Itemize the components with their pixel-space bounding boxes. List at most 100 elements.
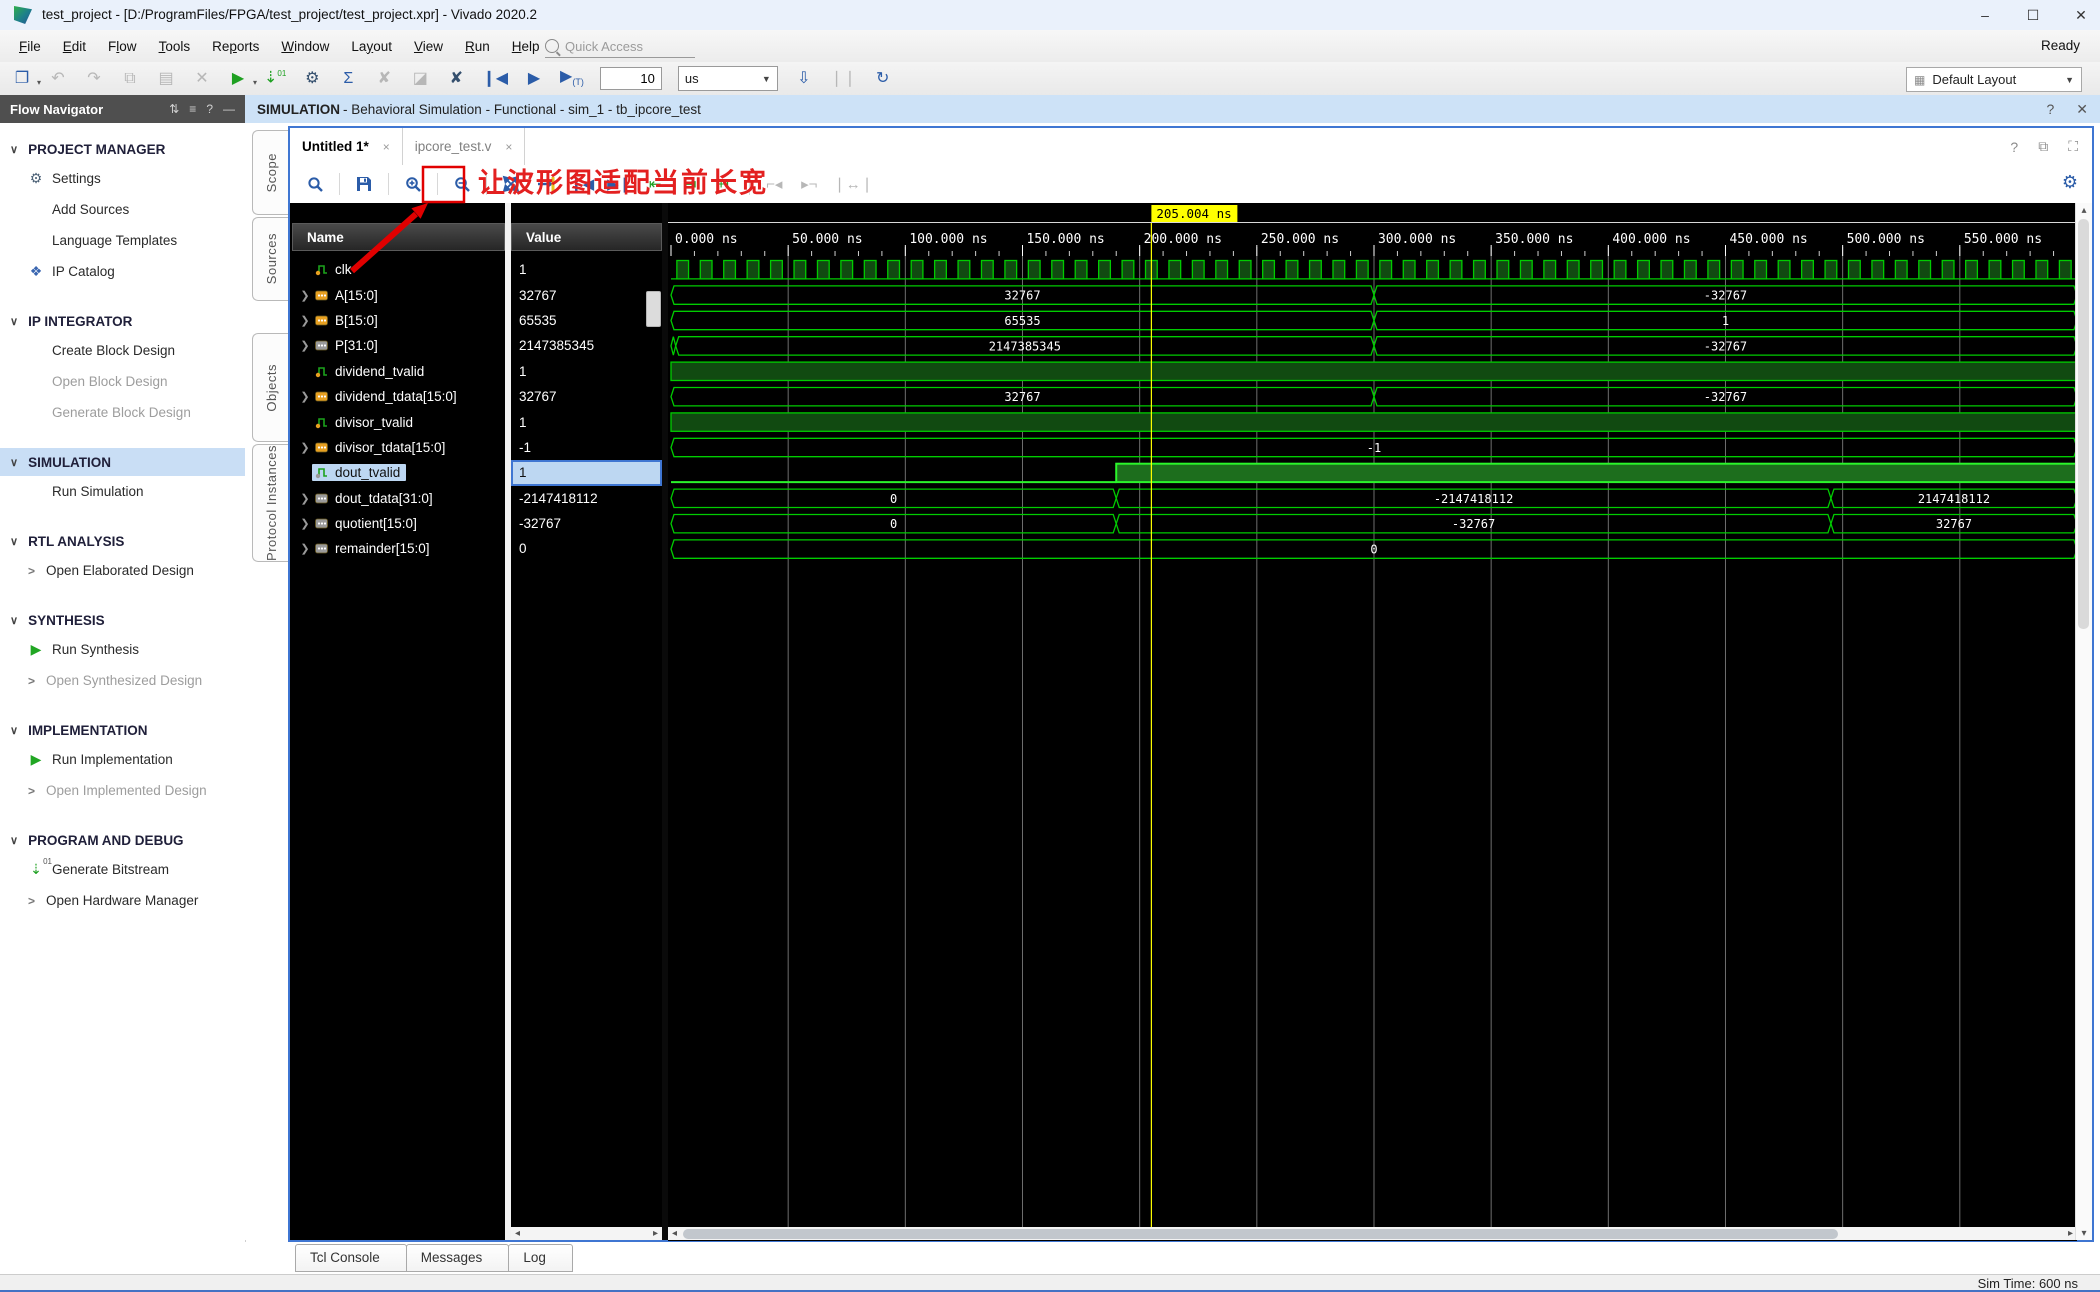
flow-item-ip-catalog[interactable]: ❖ IP Catalog — [0, 256, 245, 287]
waveform-panel[interactable]: 0.000 ns 50.000 ns 100.000 ns 150.000 ns 200… — [668, 203, 2078, 1241]
signal-row-divisor-tvalid[interactable]: divisor_tvalid — [292, 409, 505, 434]
signal-name-cell[interactable]: P[31:0] — [312, 337, 384, 354]
side-tab-scope[interactable]: Scope — [252, 130, 289, 215]
flow-section-simulation[interactable]: ∨ SIMULATION — [0, 448, 245, 476]
layout-selector[interactable]: ▦ Default Layout ▼ — [1906, 67, 2082, 92]
help-icon[interactable]: ? — [206, 102, 213, 116]
flow-item-settings[interactable]: ⚙ Settings — [0, 163, 245, 194]
restart-simulation-button[interactable]: ❙◀ — [482, 70, 508, 87]
flow-item-create-block-design[interactable]: Create Block Design — [0, 335, 245, 366]
waveform-canvas[interactable]: 0.000 ns 50.000 ns 100.000 ns 150.000 ns 200… — [668, 203, 2078, 1241]
flow-section-rtl-analysis[interactable]: ∨ RTL ANALYSIS — [0, 527, 245, 555]
run-for-time-button[interactable]: ▶(T) — [560, 69, 584, 87]
wave-row-divisor-tvalid[interactable] — [670, 412, 2078, 432]
run-button[interactable]: ▶ — [228, 70, 257, 87]
signal-row-dout-tdata-31-0-[interactable]: ❯ dout_tdata[31:0] — [292, 486, 505, 511]
zoom-to-cursor-button[interactable] — [535, 171, 557, 197]
wave-row-dividend-tvalid[interactable] — [670, 361, 2078, 382]
signal-name-cell[interactable]: dividend_tdata[15:0] — [312, 388, 463, 405]
signal-value-remainder-15-0-[interactable]: 0 — [511, 536, 662, 561]
goto-time-end-button[interactable]: ⇥ — [679, 171, 701, 197]
menu-reports[interactable]: Reports — [201, 39, 270, 54]
relaunch-simulation-button[interactable]: ↻ — [873, 70, 893, 87]
flow-section-ip-integrator[interactable]: ∨ IP INTEGRATOR — [0, 307, 245, 335]
signal-name-cell[interactable]: remainder[15:0] — [312, 540, 436, 557]
side-tab-protocol-instances[interactable]: Protocol Instances — [252, 444, 289, 562]
flow-section-implementation[interactable]: ∨ IMPLEMENTATION — [0, 716, 245, 744]
flow-section-synthesis[interactable]: ∨ SYNTHESIS — [0, 606, 245, 634]
caret-down-icon[interactable]: ∨ — [10, 724, 18, 737]
wave-vscrollbar-thumb[interactable] — [2078, 219, 2089, 629]
signal-name-cell[interactable]: B[15:0] — [312, 312, 384, 329]
signal-value-dout-tvalid[interactable]: 1 — [511, 460, 662, 486]
flow-item-add-sources[interactable]: Add Sources — [0, 194, 245, 225]
run-all-button[interactable]: ▶ — [524, 70, 544, 87]
flow-item-open-elaborated-design[interactable]: > Open Elaborated Design — [0, 555, 245, 586]
run-time-input[interactable] — [599, 67, 662, 90]
step-button[interactable]: ⇩ — [794, 70, 814, 87]
chevron-right-icon[interactable]: > — [28, 894, 40, 908]
report-button[interactable]: Σ — [338, 70, 358, 87]
expand-chevron-icon[interactable]: ❯ — [298, 542, 312, 555]
side-tab-sources[interactable]: Sources — [252, 217, 289, 301]
wave-horizontal-scrollbar[interactable]: ◂ ▸ — [668, 1227, 2077, 1240]
expand-chevron-icon[interactable]: ❯ — [298, 492, 312, 505]
toggle-icon[interactable]: ≡ — [189, 102, 196, 116]
menu-tools[interactable]: Tools — [148, 39, 202, 54]
minimize-panel-icon[interactable]: — — [223, 102, 235, 116]
goto-time-start-button[interactable]: ⇤ — [644, 171, 666, 197]
chevron-right-icon[interactable]: > — [28, 784, 40, 798]
signal-value-p-31-0-[interactable]: 2147385345 — [511, 333, 662, 358]
signal-row-remainder-15-0-[interactable]: ❯ remainder[15:0] — [292, 536, 505, 561]
scroll-right-icon[interactable]: ▸ — [649, 1227, 662, 1240]
prev-transition-button[interactable]: ❙◀ — [570, 171, 594, 197]
wave-scrollbar-thumb[interactable] — [683, 1228, 1838, 1239]
expand-chevron-icon[interactable]: ❯ — [298, 517, 312, 530]
scroll-left-icon[interactable]: ◂ — [511, 1227, 524, 1240]
signal-value-dividend-tdata-15-0-[interactable]: 32767 — [511, 384, 662, 409]
caret-down-icon[interactable]: ∨ — [10, 614, 18, 627]
menu-help[interactable]: Help — [501, 39, 551, 54]
signal-name-cell[interactable]: quotient[15:0] — [312, 515, 423, 532]
signal-value-dout-tdata-31-0-[interactable]: -2147418112 — [511, 486, 662, 511]
menu-run[interactable]: Run — [454, 39, 501, 54]
close-pane-icon[interactable]: ✕ — [2076, 101, 2088, 118]
signal-value-quotient-15-0-[interactable]: -32767 — [511, 511, 662, 536]
signal-row-dividend-tdata-15-0-[interactable]: ❯ dividend_tdata[15:0] — [292, 384, 505, 409]
signal-row-a-15-0-[interactable]: ❯ A[15:0] — [292, 282, 505, 307]
generate-bitstream-button[interactable]: ⇣01 — [264, 70, 286, 86]
delete-all-button[interactable]: ✘ — [446, 70, 466, 87]
caret-down-icon[interactable]: ∨ — [10, 834, 18, 847]
expand-chevron-icon[interactable]: ❯ — [298, 289, 312, 302]
signal-value-clk[interactable]: 1 — [511, 257, 662, 282]
signal-value-divisor-tdata-15-0-[interactable]: -1 — [511, 435, 662, 460]
close-button[interactable]: ✕ — [2070, 7, 2092, 24]
signal-row-quotient-15-0-[interactable]: ❯ quotient[15:0] — [292, 511, 505, 536]
doc-tab-ipcore-test-v[interactable]: ipcore_test.v × — [403, 128, 526, 165]
scroll-left-icon[interactable]: ◂ — [668, 1227, 681, 1240]
scroll-down-icon[interactable]: ▾ — [2076, 1226, 2092, 1240]
expand-chevron-icon[interactable]: ❯ — [298, 339, 312, 352]
signal-row-clk[interactable]: clk — [292, 257, 505, 282]
flow-item-generate-bitstream[interactable]: ⇣ 01 Generate Bitstream — [0, 854, 245, 885]
flow-item-language-templates[interactable]: Language Templates — [0, 225, 245, 256]
doc-tab-untitled-1-[interactable]: Untitled 1* × — [290, 128, 403, 165]
menu-layout[interactable]: Layout — [340, 39, 403, 54]
float-pane-icon[interactable]: ⧉ — [2038, 138, 2048, 155]
quick-access-search[interactable]: Quick Access — [545, 35, 695, 58]
maximize-button[interactable]: ☐ — [2022, 7, 2044, 24]
wave-settings-gear-icon[interactable]: ⚙ — [2062, 172, 2078, 193]
menu-view[interactable]: View — [403, 39, 454, 54]
chevron-right-icon[interactable]: > — [28, 564, 40, 578]
flow-item-run-implementation[interactable]: ▶ Run Implementation — [0, 744, 245, 775]
zoom-in-button[interactable] — [402, 171, 424, 197]
minimize-button[interactable]: – — [1974, 7, 1996, 23]
zoom-out-button[interactable] — [451, 171, 473, 197]
next-transition-button[interactable]: ▶❙ — [607, 171, 631, 197]
signal-value-b-15-0-[interactable]: 65535 — [511, 308, 662, 333]
scroll-up-icon[interactable]: ▴ — [2076, 203, 2092, 217]
signal-row-dout-tvalid[interactable]: dout_tvalid — [292, 460, 505, 485]
menu-edit[interactable]: Edit — [52, 39, 97, 54]
signal-name-cell[interactable]: divisor_tvalid — [312, 414, 419, 431]
signal-row-dividend-tvalid[interactable]: dividend_tvalid — [292, 359, 505, 384]
